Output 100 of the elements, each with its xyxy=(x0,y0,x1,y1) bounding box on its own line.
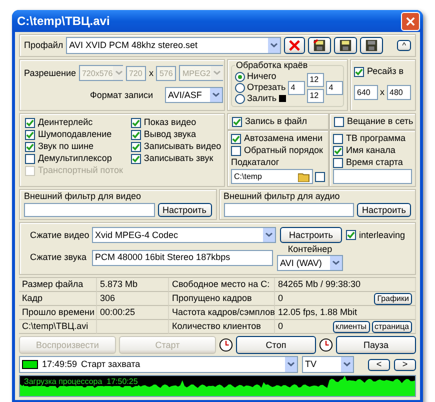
folder-icon xyxy=(298,172,310,182)
checkbox-label: Ресайз в xyxy=(367,66,404,77)
dropdown[interactable]: TV xyxy=(302,356,354,373)
configure-button[interactable]: Настроить xyxy=(158,203,212,217)
configure-button[interactable]: Настроить xyxy=(280,227,342,243)
checkbox[interactable] xyxy=(333,146,343,156)
width-field[interactable]: 640 xyxy=(354,85,378,100)
close-icon xyxy=(406,16,415,26)
radio-button[interactable] xyxy=(235,82,245,92)
delete-button[interactable] xyxy=(284,37,306,54)
filter-label: Внешний фильтр для аудио xyxy=(224,191,341,202)
dropdown[interactable]: AVI (WAV) xyxy=(277,255,343,271)
checkbox-label: Записывать звук xyxy=(144,153,214,164)
cpu-load-time: 17:50:25 xyxy=(106,377,138,386)
stat-value: 5.873 Mb xyxy=(97,278,169,292)
checkbox[interactable] xyxy=(25,130,35,140)
separator-label: x xyxy=(380,87,384,98)
status-indicator-icon xyxy=(22,360,38,369)
stat-button[interactable]: клиенты xyxy=(332,320,370,332)
left-field[interactable]: 4 xyxy=(288,80,305,94)
radio-button[interactable] xyxy=(235,72,245,82)
checkbox[interactable] xyxy=(130,142,141,152)
save-as-button[interactable] xyxy=(334,37,358,54)
checkbox-label: Имя канала xyxy=(346,145,396,156)
checkbox-label: Шумоподавление xyxy=(38,129,112,140)
checkbox[interactable] xyxy=(130,118,141,128)
close-button[interactable] xyxy=(401,12,420,30)
checkbox-label: Транспортный поток xyxy=(38,165,123,176)
checkbox-label: Автозамена имени xyxy=(244,133,323,144)
checkbox-label: Деинтерлейс xyxy=(38,117,93,128)
audio-codec-field[interactable]: PCM 48000 16bit Stereo 187kbps xyxy=(92,250,273,266)
status-message: Старт захвата xyxy=(81,359,140,370)
bottom-field[interactable]: 12 xyxy=(306,88,324,102)
checkbox-label: Запись в файл xyxy=(245,116,308,127)
stat-label: Свободное место на C: xyxy=(169,278,275,292)
stat-button[interactable]: страница xyxy=(372,320,412,332)
next-button[interactable]: > xyxy=(394,358,416,370)
top-field[interactable]: 12 xyxy=(306,72,324,86)
checkbox-label: Показ видео xyxy=(144,117,196,128)
load-button[interactable] xyxy=(308,37,332,54)
filter-label: Внешний фильтр для видео xyxy=(24,191,142,202)
text-field[interactable] xyxy=(333,169,412,184)
stat-value: 306 xyxy=(97,292,169,306)
control-button[interactable]: Пауза xyxy=(336,336,416,354)
checkbox[interactable] xyxy=(25,154,35,164)
checkbox[interactable] xyxy=(130,130,141,140)
status-dropdown[interactable]: 17:49:59 Старт захвата xyxy=(19,356,298,373)
checkbox[interactable] xyxy=(346,230,356,240)
clock-icon xyxy=(219,338,233,352)
audio-compression-label: Сжатие звука xyxy=(30,252,88,263)
subdir-label: Подкаталог xyxy=(231,157,280,168)
checkbox-label: Демультиплексор xyxy=(38,153,112,164)
resolution-label: Разрешение xyxy=(24,68,76,78)
checkbox[interactable] xyxy=(231,146,241,156)
fill-color-swatch[interactable] xyxy=(278,95,286,102)
checkbox-label: Вывод звука xyxy=(144,129,196,140)
filter-field[interactable] xyxy=(24,203,155,217)
previous-button[interactable]: < xyxy=(368,358,390,370)
configure-button[interactable]: Настроить xyxy=(357,203,411,217)
control-button[interactable]: Стоп xyxy=(236,336,316,354)
checkbox[interactable] xyxy=(354,66,364,76)
stat-label: Пропущено кадров xyxy=(169,292,275,306)
height-field[interactable]: 480 xyxy=(386,85,410,100)
right-field[interactable]: 4 xyxy=(326,80,343,94)
checkbox[interactable] xyxy=(333,158,343,168)
checkbox[interactable] xyxy=(333,134,343,144)
checkbox[interactable] xyxy=(315,172,325,182)
radio-label: Залить xyxy=(247,93,277,104)
checkbox-label: Обратный порядок xyxy=(244,145,323,156)
checkbox-label: ТВ программа xyxy=(346,133,406,144)
stat-value: 84265 Mb / 99:38:30 xyxy=(275,278,416,292)
container-label: Контейнер xyxy=(288,244,332,255)
stat-label: Частота кадров/сэмплов xyxy=(169,306,275,320)
dropdown[interactable]: AVI/ASF xyxy=(165,87,224,103)
radio-button[interactable] xyxy=(235,94,245,104)
checkbox-label: Записывать видео xyxy=(144,141,222,152)
stat-value: 12.05 fps, 1.88 Mbit xyxy=(275,306,416,320)
checkbox[interactable] xyxy=(25,118,35,128)
checkbox[interactable] xyxy=(25,142,35,152)
checkbox[interactable] xyxy=(232,116,242,126)
checkbox[interactable] xyxy=(334,116,344,126)
collapse-button[interactable]: ^ xyxy=(397,40,411,51)
filter-field[interactable] xyxy=(224,203,354,217)
video-compression-label: Сжатие видео xyxy=(30,230,88,240)
save-button[interactable] xyxy=(360,37,384,54)
checkbox-label: interleaving xyxy=(358,230,405,240)
subdir-field[interactable]: C:\temp xyxy=(231,169,313,184)
stat-label: Размер файла xyxy=(19,278,97,292)
profile-label: Профайл xyxy=(24,40,64,51)
checkbox-label: Звук по шине xyxy=(38,141,94,152)
dropdown[interactable]: Xvid MPEG-4 Codec xyxy=(92,227,276,243)
stat-value: 0 xyxy=(278,321,284,332)
checkbox[interactable] xyxy=(231,134,241,144)
table-cell xyxy=(97,320,169,334)
window-title: C:\temp\ТВЦ.avi xyxy=(17,14,110,28)
stat-label: C:\temp\ТВЦ.avi xyxy=(19,320,97,334)
stat-button[interactable]: Графики xyxy=(374,292,412,304)
dropdown[interactable]: AVI XVID PCM 48khz stereo.set xyxy=(66,37,282,54)
delete-icon xyxy=(289,40,300,51)
checkbox[interactable] xyxy=(130,154,141,164)
